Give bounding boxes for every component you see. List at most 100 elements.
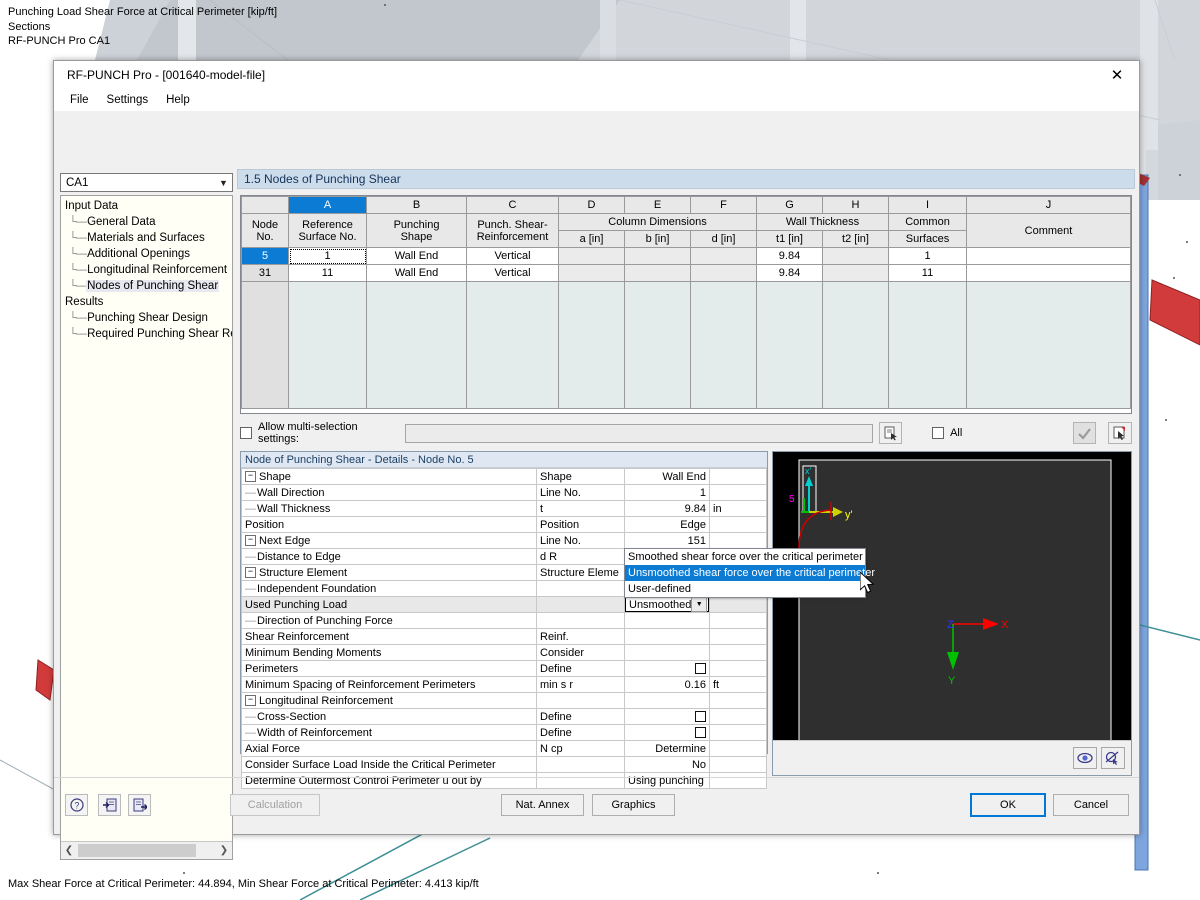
menu-item-file[interactable]: File [62,92,97,108]
cell-punch-shear-reinforcement[interactable]: Vertical [467,248,559,265]
sidebar-item-longitudinal-reinforcement[interactable]: └––Longitudinal Reinforcement [61,262,232,278]
check-icon[interactable] [1073,422,1097,444]
collapse-icon[interactable]: − [245,471,256,482]
model-viewport[interactable]: 5 x' y' [772,451,1132,776]
navigator-tree[interactable]: Input Data └––General Data └––Materials … [60,195,233,860]
detail-checkbox[interactable] [695,727,706,738]
detail-row-value[interactable] [625,629,710,645]
detail-row-value[interactable]: 151 [625,533,710,549]
col-letter-d[interactable]: D [559,197,625,214]
nat-annex-button[interactable]: Nat. Annex [501,794,584,816]
detail-row[interactable]: —Cross-SectionDefine [242,709,767,725]
cell-reference-surface-no[interactable]: 1 [289,248,367,265]
detail-row-value[interactable] [625,693,710,709]
ok-button[interactable]: OK [970,793,1046,817]
detail-row[interactable]: Minimum Bending MomentsConsider [242,645,767,661]
detail-row-value[interactable]: 1 [625,485,710,501]
scrollbar-track[interactable] [77,843,216,858]
cell-common-surfaces[interactable]: 11 [889,265,967,282]
all-checkbox[interactable] [932,427,944,439]
row-header-node-no[interactable]: 31 [242,265,289,282]
detail-row[interactable]: Axial ForceN cpDetermine [242,741,767,757]
collapse-icon[interactable]: − [245,535,256,546]
col-letter-g[interactable]: G [757,197,823,214]
detail-row[interactable]: PerimetersDefine [242,661,767,677]
cell-b-in[interactable] [625,248,691,265]
row-header-node-no[interactable]: 5 [242,248,289,265]
col-letter-b[interactable]: B [367,197,467,214]
detail-checkbox[interactable] [695,663,706,674]
eye-icon[interactable] [1073,747,1097,769]
col-letter-j[interactable]: J [967,197,1131,214]
detail-row[interactable]: —Width of ReinforcementDefine [242,725,767,741]
cell-t2-in[interactable] [823,248,889,265]
col-letter-f[interactable]: F [691,197,757,214]
detail-row-value[interactable]: 0.16 [625,677,710,693]
cell-t1-in[interactable]: 9.84 [757,265,823,282]
detail-row[interactable]: PositionPositionEdge [242,517,767,533]
help-icon[interactable]: ? [65,794,88,816]
graphics-button[interactable]: Graphics [592,794,675,816]
used-punching-load-dropdown[interactable]: Smoothed shear force over the critical p… [624,548,866,598]
sidebar-item-nodes-of-punching-shear[interactable]: └––Nodes of Punching Shear [61,278,232,294]
menu-item-settings[interactable]: Settings [99,92,157,108]
used-punching-load-combo[interactable]: Unsmoothed▼ [625,597,709,612]
detail-row[interactable]: −ShapeShapeWall End [242,469,767,485]
scrollbar-thumb[interactable] [78,844,196,857]
detail-row-value[interactable] [625,661,710,677]
col-letter-a[interactable]: A [289,197,367,214]
navigator-horizontal-scrollbar[interactable]: ❮ ❯ [61,841,232,859]
sidebar-item-results[interactable]: Results [61,294,232,310]
detail-row-value[interactable] [625,613,710,629]
select-in-model-icon[interactable] [1108,422,1132,444]
detail-row-value[interactable] [625,709,710,725]
export-icon[interactable] [128,794,151,816]
cell-reference-surface-no[interactable]: 11 [289,265,367,282]
sidebar-item-additional-openings[interactable]: └––Additional Openings [61,246,232,262]
detail-row-value[interactable]: Edge [625,517,710,533]
detail-checkbox[interactable] [695,711,706,722]
design-case-combo[interactable]: CA1 ▼ [60,173,233,192]
cell-comment[interactable] [967,265,1131,282]
detail-row[interactable]: −Longitudinal Reinforcement [242,693,767,709]
detail-row[interactable]: Used Punching LoadUnsmoothed▼ [242,597,767,613]
cell-a-in[interactable] [559,265,625,282]
allow-multiselection-checkbox[interactable] [240,427,252,439]
sidebar-item-required-punching-shear-reinf[interactable]: └––Required Punching Shear Reinf [61,326,232,342]
nodes-table[interactable]: A B C D E F G H I J [240,195,1132,414]
cell-punching-shape[interactable]: Wall End [367,248,467,265]
menu-item-help[interactable]: Help [158,92,198,108]
view-settings-icon[interactable] [1101,747,1125,769]
detail-row-value[interactable]: Wall End [625,469,710,485]
detail-row[interactable]: —Wall Thicknesst9.84in [242,501,767,517]
collapse-icon[interactable]: − [245,695,256,706]
cell-d-in[interactable] [691,248,757,265]
col-letter-i[interactable]: I [889,197,967,214]
cell-common-surfaces[interactable]: 1 [889,248,967,265]
cancel-button[interactable]: Cancel [1053,794,1129,816]
cell-a-in[interactable] [559,248,625,265]
table-row[interactable]: 31 11 Wall End Vertical 9.84 11 [242,265,1131,282]
close-icon[interactable]: ✕ [1095,61,1139,89]
cell-punch-shear-reinforcement[interactable]: Vertical [467,265,559,282]
detail-row-value[interactable] [625,645,710,661]
detail-row[interactable]: Shear ReinforcementReinf. [242,629,767,645]
sidebar-item-punching-shear-design[interactable]: └––Punching Shear Design [61,310,232,326]
detail-row[interactable]: —Direction of Punching Force [242,613,767,629]
import-icon[interactable] [98,794,121,816]
pick-from-model-icon[interactable] [879,422,903,444]
collapse-icon[interactable]: − [245,567,256,578]
detail-row[interactable]: Consider Surface Load Inside the Critica… [242,757,767,773]
detail-row-value[interactable] [625,725,710,741]
col-letter-h[interactable]: H [823,197,889,214]
cell-b-in[interactable] [625,265,691,282]
sidebar-item-input-data[interactable]: Input Data [61,198,232,214]
dropdown-option-unsmoothed[interactable]: Unsmoothed shear force over the critical… [625,565,865,581]
detail-row-value[interactable]: 9.84 [625,501,710,517]
cell-punching-shape[interactable]: Wall End [367,265,467,282]
table-row[interactable]: 5 1 Wall End Vertical 9.84 1 [242,248,1131,265]
cell-t2-in[interactable] [823,265,889,282]
col-letter-e[interactable]: E [625,197,691,214]
cell-d-in[interactable] [691,265,757,282]
chevron-down-icon[interactable]: ▼ [215,174,232,191]
